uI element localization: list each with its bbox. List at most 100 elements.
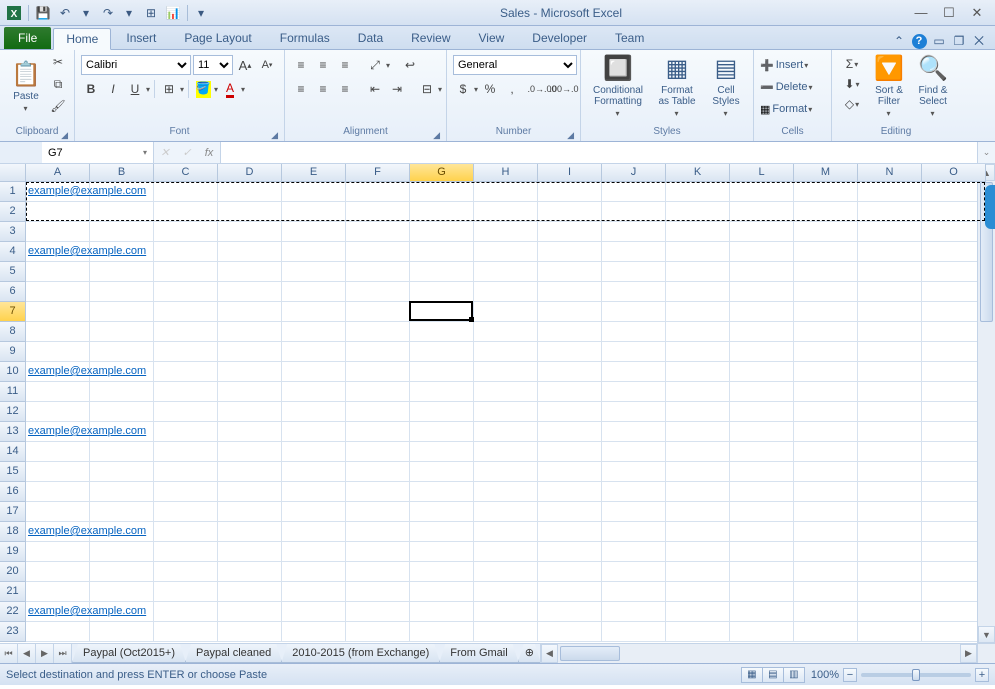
cell-J8[interactable] (602, 322, 666, 342)
cell-B23[interactable] (90, 622, 154, 642)
cell-C11[interactable] (154, 382, 218, 402)
comma-format-icon[interactable]: , (502, 79, 522, 99)
cell-G23[interactable] (410, 622, 474, 642)
window-restore-icon[interactable]: ❐ (951, 33, 967, 49)
cell-H12[interactable] (474, 402, 538, 422)
cell-D11[interactable] (218, 382, 282, 402)
cell-E18[interactable] (282, 522, 346, 542)
cell-A23[interactable] (26, 622, 90, 642)
cell-F23[interactable] (346, 622, 410, 642)
delete-cells-button[interactable]: ➖Delete▾ (760, 76, 813, 98)
cell-L1[interactable] (730, 182, 794, 202)
cell-B6[interactable] (90, 282, 154, 302)
cell-K6[interactable] (666, 282, 730, 302)
undo-icon[interactable]: ↶ (55, 3, 75, 23)
column-header-O[interactable]: O (922, 164, 986, 182)
cell-G11[interactable] (410, 382, 474, 402)
cell-M13[interactable] (794, 422, 858, 442)
cell-M10[interactable] (794, 362, 858, 382)
cell-K10[interactable] (666, 362, 730, 382)
cell-B17[interactable] (90, 502, 154, 522)
cell-E7[interactable] (282, 302, 346, 322)
underline-dropdown[interactable]: ▾ (146, 85, 150, 94)
cell-E20[interactable] (282, 562, 346, 582)
cell-M6[interactable] (794, 282, 858, 302)
sheet-next-icon[interactable]: ▶ (36, 644, 54, 663)
cell-I5[interactable] (538, 262, 602, 282)
cell-L13[interactable] (730, 422, 794, 442)
cell-E23[interactable] (282, 622, 346, 642)
cell-H13[interactable] (474, 422, 538, 442)
normal-view-icon[interactable]: ▦ (741, 667, 763, 683)
decrease-indent-icon[interactable]: ⇤ (365, 79, 385, 99)
cell-B11[interactable] (90, 382, 154, 402)
cell-L4[interactable] (730, 242, 794, 262)
cell-H18[interactable] (474, 522, 538, 542)
cell-C22[interactable] (154, 602, 218, 622)
cell-L23[interactable] (730, 622, 794, 642)
new-sheet-icon[interactable]: ⊕ (518, 644, 541, 663)
row-header-23[interactable]: 23 (0, 622, 26, 642)
cell-H15[interactable] (474, 462, 538, 482)
cell-I8[interactable] (538, 322, 602, 342)
cell-F22[interactable] (346, 602, 410, 622)
cell-G9[interactable] (410, 342, 474, 362)
cell-D7[interactable] (218, 302, 282, 322)
cell-D8[interactable] (218, 322, 282, 342)
find-select-button[interactable]: 🔍Find & Select▾ (912, 52, 954, 120)
zoom-slider[interactable] (861, 673, 971, 677)
scroll-down-icon[interactable]: ▼ (978, 626, 995, 643)
cell-A3[interactable] (26, 222, 90, 242)
cell-K7[interactable] (666, 302, 730, 322)
column-header-K[interactable]: K (666, 164, 730, 182)
cell-H17[interactable] (474, 502, 538, 522)
cell-A15[interactable] (26, 462, 90, 482)
cell-N12[interactable] (858, 402, 922, 422)
sheet-tab-1[interactable]: Paypal cleaned (185, 644, 282, 663)
cell-C23[interactable] (154, 622, 218, 642)
cell-I15[interactable] (538, 462, 602, 482)
cell-L12[interactable] (730, 402, 794, 422)
row-header-6[interactable]: 6 (0, 282, 26, 302)
cell-J22[interactable] (602, 602, 666, 622)
border-dropdown[interactable]: ▾ (180, 85, 184, 94)
fill-color-icon[interactable]: 🪣 (193, 79, 213, 99)
cell-M8[interactable] (794, 322, 858, 342)
cell-A7[interactable] (26, 302, 90, 322)
cell-H10[interactable] (474, 362, 538, 382)
cell-A17[interactable] (26, 502, 90, 522)
cell-L2[interactable] (730, 202, 794, 222)
cell-G4[interactable] (410, 242, 474, 262)
column-header-J[interactable]: J (602, 164, 666, 182)
cell-N7[interactable] (858, 302, 922, 322)
cell-D3[interactable] (218, 222, 282, 242)
undo-dropdown[interactable]: ▾ (76, 3, 96, 23)
cell-A14[interactable] (26, 442, 90, 462)
align-center-icon[interactable]: ≡ (313, 79, 333, 99)
row-header-14[interactable]: 14 (0, 442, 26, 462)
cell-K9[interactable] (666, 342, 730, 362)
cell-N3[interactable] (858, 222, 922, 242)
format-as-table-button[interactable]: ▦Format as Table▾ (651, 52, 703, 120)
row-header-7[interactable]: 7 (0, 302, 26, 322)
cell-C4[interactable] (154, 242, 218, 262)
cell-I1[interactable] (538, 182, 602, 202)
cell-J9[interactable] (602, 342, 666, 362)
row-header-4[interactable]: 4 (0, 242, 26, 262)
cell-D12[interactable] (218, 402, 282, 422)
tab-data[interactable]: Data (345, 27, 396, 49)
wrap-text-icon[interactable]: ↩ (400, 55, 420, 75)
cell-D1[interactable] (218, 182, 282, 202)
column-header-L[interactable]: L (730, 164, 794, 182)
cell-C3[interactable] (154, 222, 218, 242)
cell-F10[interactable] (346, 362, 410, 382)
formula-input[interactable] (221, 142, 977, 163)
cell-J6[interactable] (602, 282, 666, 302)
cell-K12[interactable] (666, 402, 730, 422)
cell-E19[interactable] (282, 542, 346, 562)
cell-G13[interactable] (410, 422, 474, 442)
redo-icon[interactable]: ↷ (98, 3, 118, 23)
cell-F14[interactable] (346, 442, 410, 462)
cell-J12[interactable] (602, 402, 666, 422)
cell-C19[interactable] (154, 542, 218, 562)
